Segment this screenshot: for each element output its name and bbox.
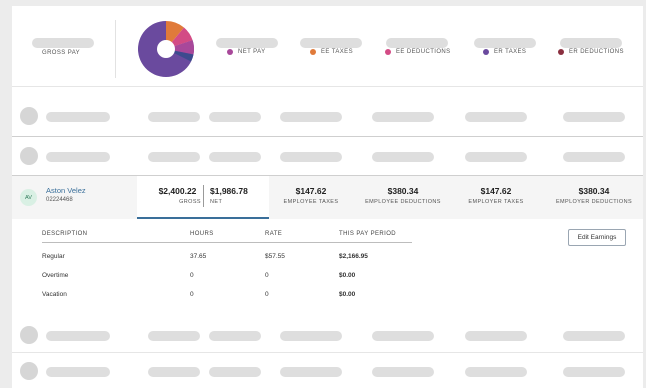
legend-dot-net-pay	[227, 49, 233, 55]
legend-ee-deductions: EE DEDUCTIONS	[385, 49, 451, 55]
legend-dot-er-taxes	[483, 49, 489, 55]
legend-er-deductions: ER DEDUCTIONS	[558, 49, 624, 55]
legend-label-ee-taxes: EE TAXES	[321, 49, 353, 55]
payroll-panel: GROSS PAY NET PAY EE TAXES EE DEDUCTIONS…	[12, 6, 643, 388]
employee-row-skeleton[interactable]	[12, 356, 643, 386]
er-deductions-placeholder	[560, 38, 622, 48]
employee-avatar: AV	[20, 189, 37, 206]
gross-pay-label: GROSS PAY	[42, 50, 81, 56]
earning-amount: $0.00	[339, 291, 356, 298]
legend-label-er-deductions: ER DEDUCTIONS	[569, 49, 624, 55]
legend-label-net-pay: NET PAY	[238, 49, 266, 55]
employee-taxes-value: $147.62	[295, 186, 327, 196]
employer-taxes-label: EMPLOYER TAXES	[468, 199, 524, 205]
employee-taxes-label: EMPLOYEE TAXES	[283, 199, 339, 205]
summary-divider	[115, 20, 116, 78]
employer-deductions-value: $380.34	[578, 186, 610, 196]
employee-row-skeleton[interactable]	[12, 322, 643, 350]
employer-taxes-value: $147.62	[480, 186, 512, 196]
edit-earnings-button[interactable]: Edit Earnings	[568, 229, 626, 246]
pay-breakdown-pie-chart	[137, 20, 195, 77]
employee-deductions-value: $380.34	[387, 186, 419, 196]
employee-row-skeleton[interactable]	[12, 137, 643, 175]
earning-rate: $57.55	[265, 253, 285, 260]
avatar	[20, 107, 38, 125]
ee-taxes-placeholder	[300, 38, 362, 48]
legend-ee-taxes: EE TAXES	[310, 49, 353, 55]
row-divider	[12, 352, 643, 353]
employee-row-aston-velez[interactable]: AV Aston Velez 02224468 $2,400.22 GROSS …	[12, 176, 643, 219]
table-header-underline	[42, 242, 412, 243]
legend-dot-ee-taxes	[310, 49, 316, 55]
earning-amount: $0.00	[339, 272, 356, 279]
employee-name[interactable]: Aston Velez	[46, 186, 86, 195]
ee-deductions-placeholder	[386, 38, 448, 48]
earning-hours: 37.65	[190, 253, 207, 260]
net-label: NET	[210, 199, 223, 205]
legend-label-ee-deductions: EE DEDUCTIONS	[396, 49, 451, 55]
column-header-hours: HOURS	[190, 231, 214, 237]
gross-label: GROSS	[179, 199, 201, 205]
column-header-this-pay-period: THIS PAY PERIOD	[339, 231, 397, 237]
earning-hours: 0	[190, 272, 194, 279]
er-taxes-placeholder	[474, 38, 536, 48]
earning-description: Vacation	[42, 291, 67, 298]
earning-rate: 0	[265, 272, 269, 279]
gross-value: $2,400.22	[158, 186, 197, 196]
gross-pay-placeholder	[32, 38, 94, 48]
earning-amount: $2,166.95	[339, 253, 368, 260]
net-pay-placeholder	[216, 38, 278, 48]
employee-initials: AV	[25, 194, 32, 201]
net-value: $1,986.78	[210, 186, 248, 196]
summary-separator	[12, 86, 643, 87]
column-header-rate: RATE	[265, 231, 283, 237]
legend-label-er-taxes: ER TAXES	[494, 49, 527, 55]
employer-deductions-label: EMPLOYER DEDUCTIONS	[555, 199, 633, 205]
avatar	[20, 147, 38, 165]
employee-deductions-label: EMPLOYEE DEDUCTIONS	[365, 199, 441, 205]
earning-description: Overtime	[42, 272, 69, 279]
earning-description: Regular	[42, 253, 65, 260]
avatar	[20, 326, 38, 344]
legend-net-pay: NET PAY	[227, 49, 265, 55]
column-header-description: DESCRIPTION	[42, 231, 88, 237]
employee-id: 02224468	[46, 197, 73, 203]
legend-dot-ee-deductions	[385, 49, 391, 55]
employee-row-skeleton[interactable]	[12, 99, 643, 135]
earning-hours: 0	[190, 291, 194, 298]
gross-net-cell[interactable]: $2,400.22 GROSS $1,986.78 NET	[137, 176, 269, 219]
avatar	[20, 362, 38, 380]
earning-rate: 0	[265, 291, 269, 298]
legend-dot-er-deductions	[558, 49, 564, 55]
gross-net-divider	[203, 185, 204, 207]
legend-er-taxes: ER TAXES	[483, 49, 526, 55]
